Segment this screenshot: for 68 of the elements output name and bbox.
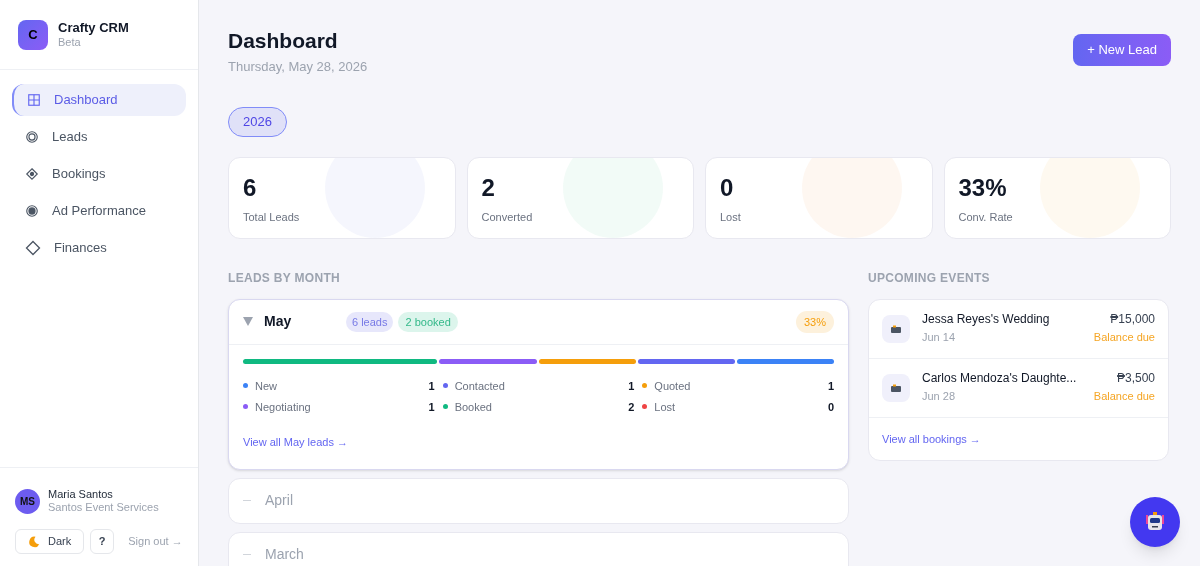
- stat-value: 0: [720, 172, 735, 203]
- status-count: 1: [628, 378, 635, 394]
- grid-icon: [27, 93, 41, 107]
- page-date: Thursday, May 28, 2026: [228, 58, 368, 77]
- moon-icon: [28, 535, 40, 548]
- event-row[interactable]: Jessa Reyes's Wedding Jun 14 ₱15,000 Balance due: [869, 299, 1168, 359]
- diamond-icon: [25, 167, 39, 181]
- company-name: Santos Event Services: [48, 501, 159, 515]
- section-heading: LEADS BY MONTH: [228, 269, 341, 287]
- status-label: Negotiating: [255, 399, 311, 415]
- assistant-bot-button[interactable]: [1130, 497, 1180, 547]
- camera-icon: [891, 324, 901, 333]
- event-amount: ₱15,000: [1110, 312, 1155, 328]
- status-count: 0: [827, 399, 834, 415]
- user-avatar: MS: [15, 488, 40, 514]
- stat-label: Lost: [720, 209, 742, 225]
- nav-item[interactable]: Finances: [12, 232, 186, 264]
- page-title: Dashboard: [228, 28, 339, 54]
- target-icon: [25, 130, 39, 144]
- user-name: Maria Santos: [48, 487, 114, 502]
- collapsed-dash-icon: [243, 500, 251, 502]
- stat-value: 2: [481, 172, 496, 203]
- collapsed-dash-icon: [243, 554, 251, 556]
- nav-item[interactable]: Dashboard: [12, 84, 186, 116]
- status-label: Quoted: [654, 378, 691, 394]
- month-name: April: [265, 491, 293, 511]
- nav-item[interactable]: Bookings: [12, 158, 186, 190]
- stat-label: Conv. Rate: [958, 209, 1014, 225]
- new-lead-button[interactable]: + New Lead: [1073, 34, 1171, 66]
- view-bookings-link[interactable]: View all bookings →: [882, 430, 981, 447]
- section-heading: UPCOMING EVENTS: [868, 269, 991, 287]
- stat-value: 33%: [958, 172, 1008, 203]
- stat-value: 6: [243, 172, 258, 203]
- stat-label: Total Leads: [243, 209, 301, 225]
- status-count: 1: [827, 378, 834, 394]
- event-date: Jun 14: [922, 331, 957, 346]
- app-tag: Beta: [58, 35, 129, 50]
- status-label: Lost: [654, 399, 676, 415]
- radio-icon: [25, 204, 39, 218]
- status-count: 1: [428, 378, 435, 394]
- event-amount: ₱3,500: [1116, 371, 1155, 387]
- event-title: Carlos Mendoza's Daughte...: [922, 371, 1077, 387]
- view-month-leads-link[interactable]: View all May leads →: [243, 433, 348, 451]
- status-count: 1: [428, 399, 435, 415]
- status-count: 2: [628, 399, 635, 415]
- camera-icon: [891, 383, 901, 392]
- help-button[interactable]: ?: [90, 529, 115, 554]
- month-name: March: [265, 545, 304, 565]
- conversion-badge: 33%: [795, 310, 834, 333]
- year-filter-chip[interactable]: 2026: [228, 106, 287, 137]
- logo: C: [18, 19, 48, 50]
- event-row[interactable]: Carlos Mendoza's Daughte... Jun 28 ₱3,500 Balance due: [869, 358, 1168, 418]
- app-name: Crafty CRM: [58, 19, 129, 36]
- leads-count-badge: 6 leads: [346, 311, 394, 332]
- status-label: Contacted: [454, 378, 505, 394]
- event-title: Jessa Reyes's Wedding: [922, 312, 1050, 328]
- nav-item[interactable]: Ad Performance: [12, 195, 186, 227]
- status-label: Booked: [454, 399, 492, 415]
- nav-item[interactable]: Leads: [12, 121, 186, 153]
- dark-mode-button[interactable]: Dark: [15, 529, 85, 554]
- payment-status: Balance due: [1093, 390, 1155, 405]
- payment-status: Balance due: [1093, 331, 1155, 346]
- diamond-icon: [25, 240, 41, 256]
- event-date: Jun 28: [922, 390, 957, 405]
- booked-count-badge: 2 booked: [398, 311, 458, 332]
- stat-label: Converted: [481, 209, 534, 225]
- status-label: New: [255, 378, 277, 394]
- month-name: May: [264, 312, 293, 332]
